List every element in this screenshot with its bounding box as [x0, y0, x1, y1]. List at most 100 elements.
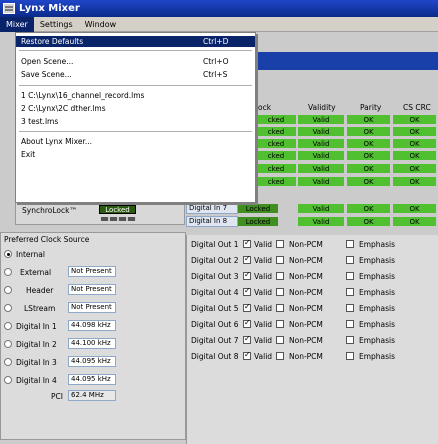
valid-checkbox[interactable] — [243, 302, 251, 312]
radio-icon[interactable] — [4, 322, 12, 330]
emphasis-label: Emphasis — [359, 336, 396, 345]
header-parity: Parity — [360, 103, 382, 112]
clock-value: Not Present — [68, 284, 116, 295]
radio-icon[interactable] — [4, 250, 12, 258]
menu-item-label: About Lynx Mixer... — [21, 137, 92, 146]
nonpcm-checkbox[interactable] — [276, 352, 284, 360]
menu-item-label: 1 C:\Lynx\16_channel_record.lms — [21, 91, 145, 100]
valid-checkbox[interactable] — [243, 254, 251, 264]
menu-separator — [19, 131, 252, 132]
cscrc-cell: OK — [393, 139, 436, 148]
digital-out-row: Digital Out 8 Valid Non-PCM Emphasis — [187, 350, 438, 364]
nonpcm-checkbox[interactable] — [276, 320, 284, 328]
valid-checkbox[interactable] — [243, 286, 251, 296]
menu-item-recent-2[interactable]: 2 C:\Lynx\2C dther.lms — [16, 103, 255, 114]
validity-cell: Valid — [298, 127, 344, 136]
menu-bar: Mixer Settings Window — [0, 16, 438, 32]
digital-out-row: Digital Out 1 Valid Non-PCM Emphasis — [187, 238, 438, 252]
valid-label: Valid — [254, 288, 273, 297]
valid-checkbox[interactable] — [243, 238, 251, 248]
mixer-menu-dropdown: Restore Defaults Ctrl+D Open Scene... Ct… — [15, 32, 256, 203]
lock-cell: cked — [256, 115, 296, 124]
menu-item-accel: Ctrl+D — [203, 37, 229, 46]
valid-checkbox[interactable] — [243, 270, 251, 280]
emphasis-checkbox[interactable] — [346, 288, 354, 296]
digital-out-label: Digital Out 4 — [191, 288, 239, 297]
nonpcm-checkbox[interactable] — [276, 304, 284, 312]
nonpcm-label: Non-PCM — [289, 304, 323, 313]
clock-option-external[interactable]: External — [4, 264, 51, 280]
emphasis-checkbox[interactable] — [346, 352, 354, 360]
clock-option-header[interactable]: Header — [4, 282, 53, 298]
menu-separator — [19, 50, 252, 51]
radio-icon[interactable] — [4, 268, 12, 276]
menu-item-label: Restore Defaults — [21, 37, 84, 46]
radio-icon[interactable] — [4, 358, 12, 366]
emphasis-checkbox[interactable] — [346, 336, 354, 344]
menu-item-label: Save Scene... — [21, 70, 72, 79]
radio-icon[interactable] — [4, 376, 12, 384]
validity-cell: Valid — [298, 204, 344, 213]
valid-checkbox[interactable] — [243, 350, 251, 360]
emphasis-checkbox[interactable] — [346, 256, 354, 264]
clock-option-digital-in-3[interactable]: Digital In 3 — [4, 354, 57, 370]
menu-settings[interactable]: Settings — [34, 17, 79, 32]
emphasis-checkbox[interactable] — [346, 320, 354, 328]
nonpcm-checkbox[interactable] — [276, 240, 284, 248]
valid-checkbox[interactable] — [243, 334, 251, 344]
parity-cell: OK — [347, 204, 390, 213]
menu-mixer[interactable]: Mixer — [0, 16, 34, 32]
menu-item-restore-defaults[interactable]: Restore Defaults Ctrl+D — [16, 36, 255, 47]
valid-label: Valid — [254, 320, 273, 329]
valid-label: Valid — [254, 336, 273, 345]
header-cscrc: CS CRC — [403, 103, 431, 112]
digital-in-label: Digital In 7 — [186, 203, 238, 214]
nonpcm-checkbox[interactable] — [276, 288, 284, 296]
preferred-clock-title: Preferred Clock Source — [4, 235, 90, 244]
nonpcm-checkbox[interactable] — [276, 336, 284, 344]
emphasis-checkbox[interactable] — [346, 304, 354, 312]
menu-item-recent-1[interactable]: 1 C:\Lynx\16_channel_record.lms — [16, 90, 255, 101]
radio-icon[interactable] — [4, 304, 12, 312]
cscrc-cell: OK — [393, 164, 436, 173]
emphasis-checkbox[interactable] — [346, 272, 354, 280]
digital-out-label: Digital Out 2 — [191, 256, 239, 265]
valid-checkbox[interactable] — [243, 318, 251, 328]
clock-value: 44.095 kHz — [68, 356, 116, 367]
clock-option-internal[interactable]: Internal — [4, 246, 45, 262]
nonpcm-checkbox[interactable] — [276, 272, 284, 280]
pci-value: 62.4 MHz — [68, 390, 116, 401]
nonpcm-checkbox[interactable] — [276, 256, 284, 264]
parity-cell: OK — [347, 115, 390, 124]
clock-option-digital-in-2[interactable]: Digital In 2 — [4, 336, 57, 352]
emphasis-checkbox[interactable] — [346, 240, 354, 248]
menu-item-open-scene[interactable]: Open Scene... Ctrl+O — [16, 56, 255, 67]
menu-item-save-scene[interactable]: Save Scene... Ctrl+S — [16, 69, 255, 80]
parity-cell: OK — [347, 139, 390, 148]
clock-option-lstream[interactable]: LStream — [4, 300, 55, 316]
menu-window[interactable]: Window — [79, 17, 123, 32]
header-validity: Validity — [308, 103, 336, 112]
menu-item-recent-3[interactable]: 3 test.lms — [16, 116, 255, 127]
menu-item-about[interactable]: About Lynx Mixer... — [16, 136, 255, 147]
validity-cell: Valid — [298, 177, 344, 186]
cscrc-cell: OK — [393, 151, 436, 160]
digital-out-label: Digital Out 5 — [191, 304, 239, 313]
valid-label: Valid — [254, 352, 273, 361]
nonpcm-label: Non-PCM — [289, 320, 323, 329]
title-bar: Lynx Mixer — [0, 0, 438, 17]
clock-option-digital-in-4[interactable]: Digital In 4 — [4, 372, 57, 388]
radio-icon[interactable] — [4, 286, 12, 294]
valid-label: Valid — [254, 272, 273, 281]
synchrolock-status: Locked — [99, 205, 136, 214]
parity-cell: OK — [347, 177, 390, 186]
radio-icon[interactable] — [4, 340, 12, 348]
clock-option-label: Header — [26, 285, 54, 295]
emphasis-label: Emphasis — [359, 288, 396, 297]
digital-out-row: Digital Out 4 Valid Non-PCM Emphasis — [187, 286, 438, 300]
menu-item-label: 3 test.lms — [21, 117, 59, 126]
synchrolock-label: SynchroLock™ — [22, 206, 77, 215]
clock-option-digital-in-1[interactable]: Digital In 1 — [4, 318, 57, 334]
emphasis-label: Emphasis — [359, 304, 396, 313]
menu-item-exit[interactable]: Exit — [16, 149, 255, 160]
